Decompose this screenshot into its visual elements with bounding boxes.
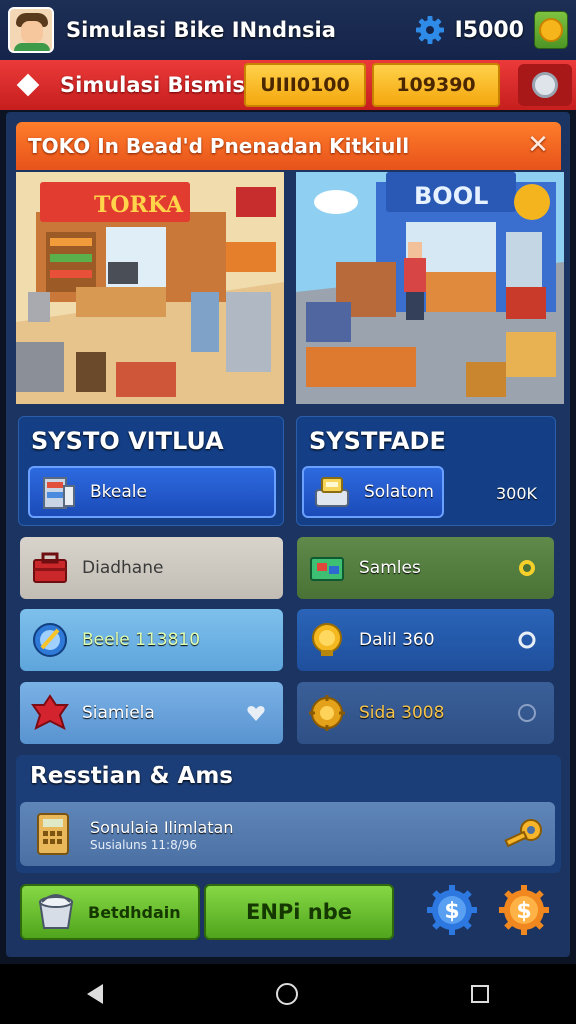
crystal-orb-icon bbox=[33, 623, 67, 657]
system-nav-bar bbox=[0, 964, 576, 1024]
shop-illustration-right: BOOL bbox=[296, 172, 564, 404]
shop-scene-left[interactable]: TORKA bbox=[16, 172, 284, 404]
app-title: Simulasi Bike INndnsia bbox=[66, 18, 336, 42]
orange-dollar-badge[interactable]: $ bbox=[498, 884, 550, 936]
left-item-2-label: Beele 113810 bbox=[82, 630, 201, 650]
left-item-1-label: Diadhane bbox=[82, 558, 164, 578]
left-item-2[interactable]: Beele 113810 bbox=[20, 609, 283, 671]
bucket-icon bbox=[38, 894, 74, 929]
back-nav-icon[interactable] bbox=[86, 984, 103, 1004]
home-nav-icon[interactable] bbox=[275, 983, 298, 1005]
status-dot-active bbox=[519, 560, 535, 576]
resources-row[interactable]: Sonulaia Ilimlatan Susialuns 11:8/96 bbox=[20, 802, 555, 866]
left-item-3[interactable]: Siamiela bbox=[20, 682, 283, 744]
shop-sign-right: BOOL bbox=[414, 182, 488, 210]
action-button-1-label: Betdhdain bbox=[88, 902, 181, 922]
right-primary-value: 300K bbox=[496, 484, 538, 503]
resources-row-subtitle: Susialuns 11:8/96 bbox=[90, 838, 198, 852]
svg-text:$: $ bbox=[516, 899, 531, 924]
red-gem-icon bbox=[31, 694, 69, 730]
key-icon[interactable] bbox=[504, 816, 544, 852]
left-section-title: SYSTO VITLUA bbox=[31, 427, 224, 455]
right-primary-label: Solatom bbox=[364, 482, 434, 502]
shop-illustration-left: TORKA bbox=[16, 172, 284, 404]
banner-title: TOKO In Bead'd Pnenadan Kitkiull bbox=[28, 134, 410, 158]
shop-sign-left: TORKA bbox=[94, 192, 184, 218]
action-button-2[interactable]: ENPi nbe bbox=[204, 884, 394, 940]
toolbox-icon bbox=[33, 552, 67, 583]
right-item-1-label: Samles bbox=[359, 558, 421, 578]
action-button-1[interactable]: Betdhdain bbox=[20, 884, 200, 940]
action-button-2-label: ENPi nbe bbox=[245, 900, 353, 924]
diamond-icon bbox=[16, 73, 40, 97]
magnifier-icon bbox=[532, 72, 558, 98]
close-icon[interactable]: ✕ bbox=[525, 132, 551, 158]
heart-icon[interactable] bbox=[245, 702, 267, 724]
resources-title: Resstian & Ams bbox=[30, 763, 233, 789]
right-section-title: SYSTFADE bbox=[309, 427, 446, 455]
search-button[interactable] bbox=[518, 64, 572, 106]
register-icon bbox=[315, 477, 349, 507]
left-primary-label: Bkeale bbox=[90, 482, 147, 502]
left-primary-button[interactable]: Bkeale bbox=[28, 466, 276, 518]
gold-trophy-icon bbox=[312, 623, 342, 656]
right-primary-button[interactable]: Solatom bbox=[302, 466, 444, 518]
stat-pill-2[interactable]: 109390 bbox=[372, 63, 500, 107]
svg-text:$: $ bbox=[444, 899, 459, 924]
blue-dollar-badge[interactable]: $ bbox=[426, 884, 478, 936]
right-item-3-label: Sida 3008 bbox=[359, 703, 445, 723]
recents-nav-icon[interactable] bbox=[471, 985, 490, 1003]
left-item-1[interactable]: Diadhane bbox=[20, 537, 283, 599]
cash-icon bbox=[310, 557, 344, 581]
player-avatar[interactable] bbox=[8, 7, 54, 53]
right-item-2[interactable]: Dalil 360 bbox=[297, 609, 554, 671]
gold-coin-icon[interactable] bbox=[534, 11, 568, 49]
sub-header: Simulasi Bismis UIII0100 109390 bbox=[0, 60, 576, 110]
right-item-1[interactable]: Samles bbox=[297, 537, 554, 599]
right-item-2-label: Dalil 360 bbox=[359, 630, 435, 650]
resources-row-title: Sonulaia Ilimlatan bbox=[90, 818, 234, 837]
sub-header-title: Simulasi Bismis bbox=[60, 73, 245, 97]
calculator-icon bbox=[37, 813, 69, 855]
status-dot-dim bbox=[518, 704, 536, 722]
cog-coin-icon bbox=[309, 695, 345, 731]
right-item-3[interactable]: Sida 3008 bbox=[297, 682, 554, 744]
top-bar: Simulasi Bike INndnsia I5000 bbox=[0, 0, 576, 60]
coin-counter: I5000 bbox=[454, 17, 524, 43]
shop-banner: TOKO In Bead'd Pnenadan Kitkiull ✕ bbox=[16, 122, 561, 170]
status-ring-icon bbox=[518, 631, 536, 649]
shop-shelf-icon bbox=[43, 477, 75, 509]
left-item-3-label: Siamiela bbox=[82, 703, 155, 723]
shop-scene-right[interactable]: BOOL bbox=[296, 172, 564, 404]
stat-pill-1[interactable]: UIII0100 bbox=[244, 63, 366, 107]
gear-icon[interactable] bbox=[415, 15, 445, 45]
